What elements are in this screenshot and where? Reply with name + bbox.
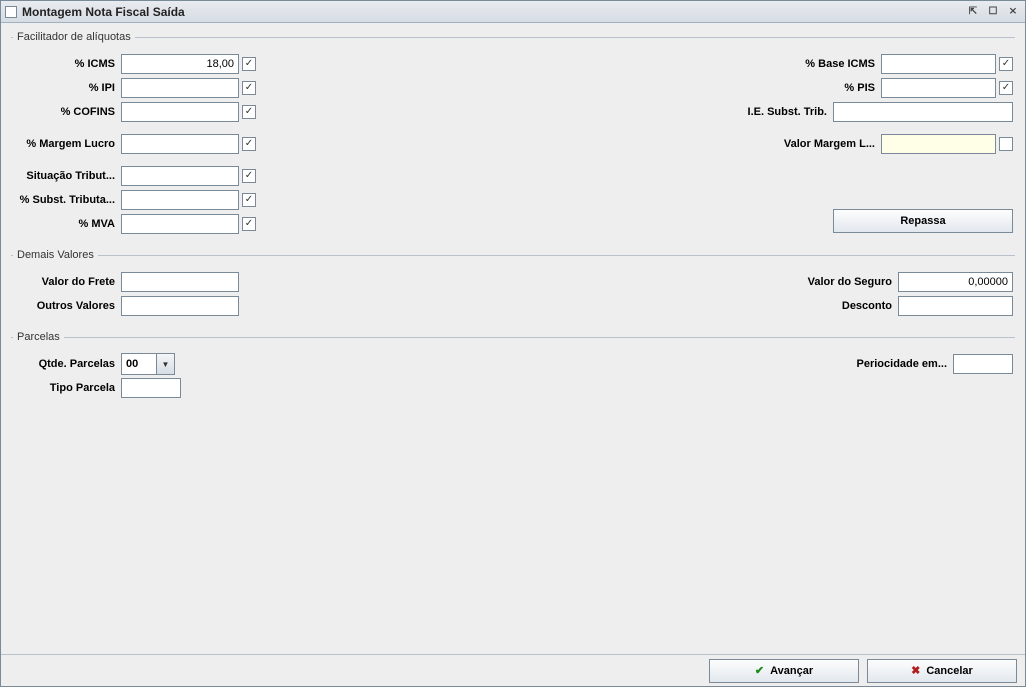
ipi-label: % IPI <box>13 82 121 94</box>
valor-margem-label: Valor Margem L... <box>533 138 881 150</box>
group-facilitador-legend: Facilitador de alíquotas <box>13 31 135 43</box>
subst-tribut-label: % Subst. Tributa... <box>13 194 121 206</box>
group-demais: Demais Valores Valor do Frete Outros Val… <box>11 249 1015 325</box>
group-demais-legend: Demais Valores <box>13 249 98 261</box>
cofins-checkbox[interactable] <box>242 105 256 119</box>
pis-input[interactable] <box>881 78 996 98</box>
titlebar: Montagem Nota Fiscal Saída ⇱ ☐ ⨯ <box>1 1 1025 23</box>
icms-label: % ICMS <box>13 58 121 70</box>
window-title: Montagem Nota Fiscal Saída <box>22 5 965 19</box>
subst-tribut-checkbox[interactable] <box>242 193 256 207</box>
base-icms-input[interactable] <box>881 54 996 74</box>
valor-margem-checkbox[interactable] <box>999 137 1013 151</box>
situacao-tribut-checkbox[interactable] <box>242 169 256 183</box>
margem-lucro-checkbox[interactable] <box>242 137 256 151</box>
valor-frete-input[interactable] <box>121 272 239 292</box>
mva-checkbox[interactable] <box>242 217 256 231</box>
cancelar-button-label: Cancelar <box>926 665 972 677</box>
content-area: Facilitador de alíquotas % ICMS % IPI <box>1 23 1025 654</box>
margem-lucro-label: % Margem Lucro <box>13 138 121 150</box>
pis-label: % PIS <box>533 82 881 94</box>
group-parcelas-legend: Parcelas <box>13 331 64 343</box>
cancelar-button[interactable]: ✖ Cancelar <box>867 659 1017 683</box>
outros-valores-label: Outros Valores <box>13 300 121 312</box>
periodicidade-input[interactable] <box>953 354 1013 374</box>
group-parcelas: Parcelas Qtde. Parcelas 00 ▼ Tipo Parcel… <box>11 331 1015 407</box>
mva-input[interactable] <box>121 214 239 234</box>
situacao-tribut-input[interactable] <box>121 166 239 186</box>
valor-seguro-input[interactable] <box>898 272 1013 292</box>
group-facilitador: Facilitador de alíquotas % ICMS % IPI <box>11 31 1015 243</box>
qtde-parcelas-label: Qtde. Parcelas <box>13 358 121 370</box>
ipi-input[interactable] <box>121 78 239 98</box>
avancar-button-label: Avançar <box>770 665 813 677</box>
x-icon: ✖ <box>911 664 920 677</box>
check-icon: ✔ <box>755 664 764 677</box>
ie-subst-trib-input[interactable] <box>833 102 1013 122</box>
facilitador-right-col: % Base ICMS % PIS I.E. Subst. Trib. <box>533 53 1013 237</box>
tipo-parcela-input[interactable] <box>121 378 181 398</box>
periodicidade-label: Periocidade em... <box>533 358 953 370</box>
mva-label: % MVA <box>13 218 121 230</box>
maximize-icon[interactable]: ☐ <box>985 5 1001 19</box>
valor-margem-input[interactable] <box>881 134 996 154</box>
icms-input[interactable] <box>121 54 239 74</box>
tipo-parcela-label: Tipo Parcela <box>13 382 121 394</box>
icms-checkbox[interactable] <box>242 57 256 71</box>
footer-bar: ✔ Avançar ✖ Cancelar <box>1 654 1025 686</box>
cofins-input[interactable] <box>121 102 239 122</box>
cofins-label: % COFINS <box>13 106 121 118</box>
base-icms-label: % Base ICMS <box>533 58 881 70</box>
ipi-checkbox[interactable] <box>242 81 256 95</box>
repassa-button-label: Repassa <box>900 215 945 227</box>
pis-checkbox[interactable] <box>999 81 1013 95</box>
restore-icon[interactable]: ⇱ <box>965 5 981 19</box>
ie-subst-trib-label: I.E. Subst. Trib. <box>533 106 833 118</box>
valor-seguro-label: Valor do Seguro <box>533 276 898 288</box>
margem-lucro-input[interactable] <box>121 134 239 154</box>
outros-valores-input[interactable] <box>121 296 239 316</box>
window: Montagem Nota Fiscal Saída ⇱ ☐ ⨯ Facilit… <box>0 0 1026 687</box>
base-icms-checkbox[interactable] <box>999 57 1013 71</box>
situacao-tribut-label: Situação Tribut... <box>13 170 121 182</box>
valor-frete-label: Valor do Frete <box>13 276 121 288</box>
window-controls: ⇱ ☐ ⨯ <box>965 5 1021 19</box>
qtde-parcelas-select[interactable]: 00 ▼ <box>121 353 175 375</box>
facilitador-left-col: % ICMS % IPI % COFINS <box>13 53 493 237</box>
close-icon[interactable]: ⨯ <box>1005 5 1021 19</box>
chevron-down-icon: ▼ <box>156 354 174 374</box>
desconto-label: Desconto <box>533 300 898 312</box>
repassa-button[interactable]: Repassa <box>833 209 1013 233</box>
window-icon <box>5 6 17 18</box>
avancar-button[interactable]: ✔ Avançar <box>709 659 859 683</box>
subst-tribut-input[interactable] <box>121 190 239 210</box>
qtde-parcelas-value: 00 <box>122 358 156 370</box>
desconto-input[interactable] <box>898 296 1013 316</box>
